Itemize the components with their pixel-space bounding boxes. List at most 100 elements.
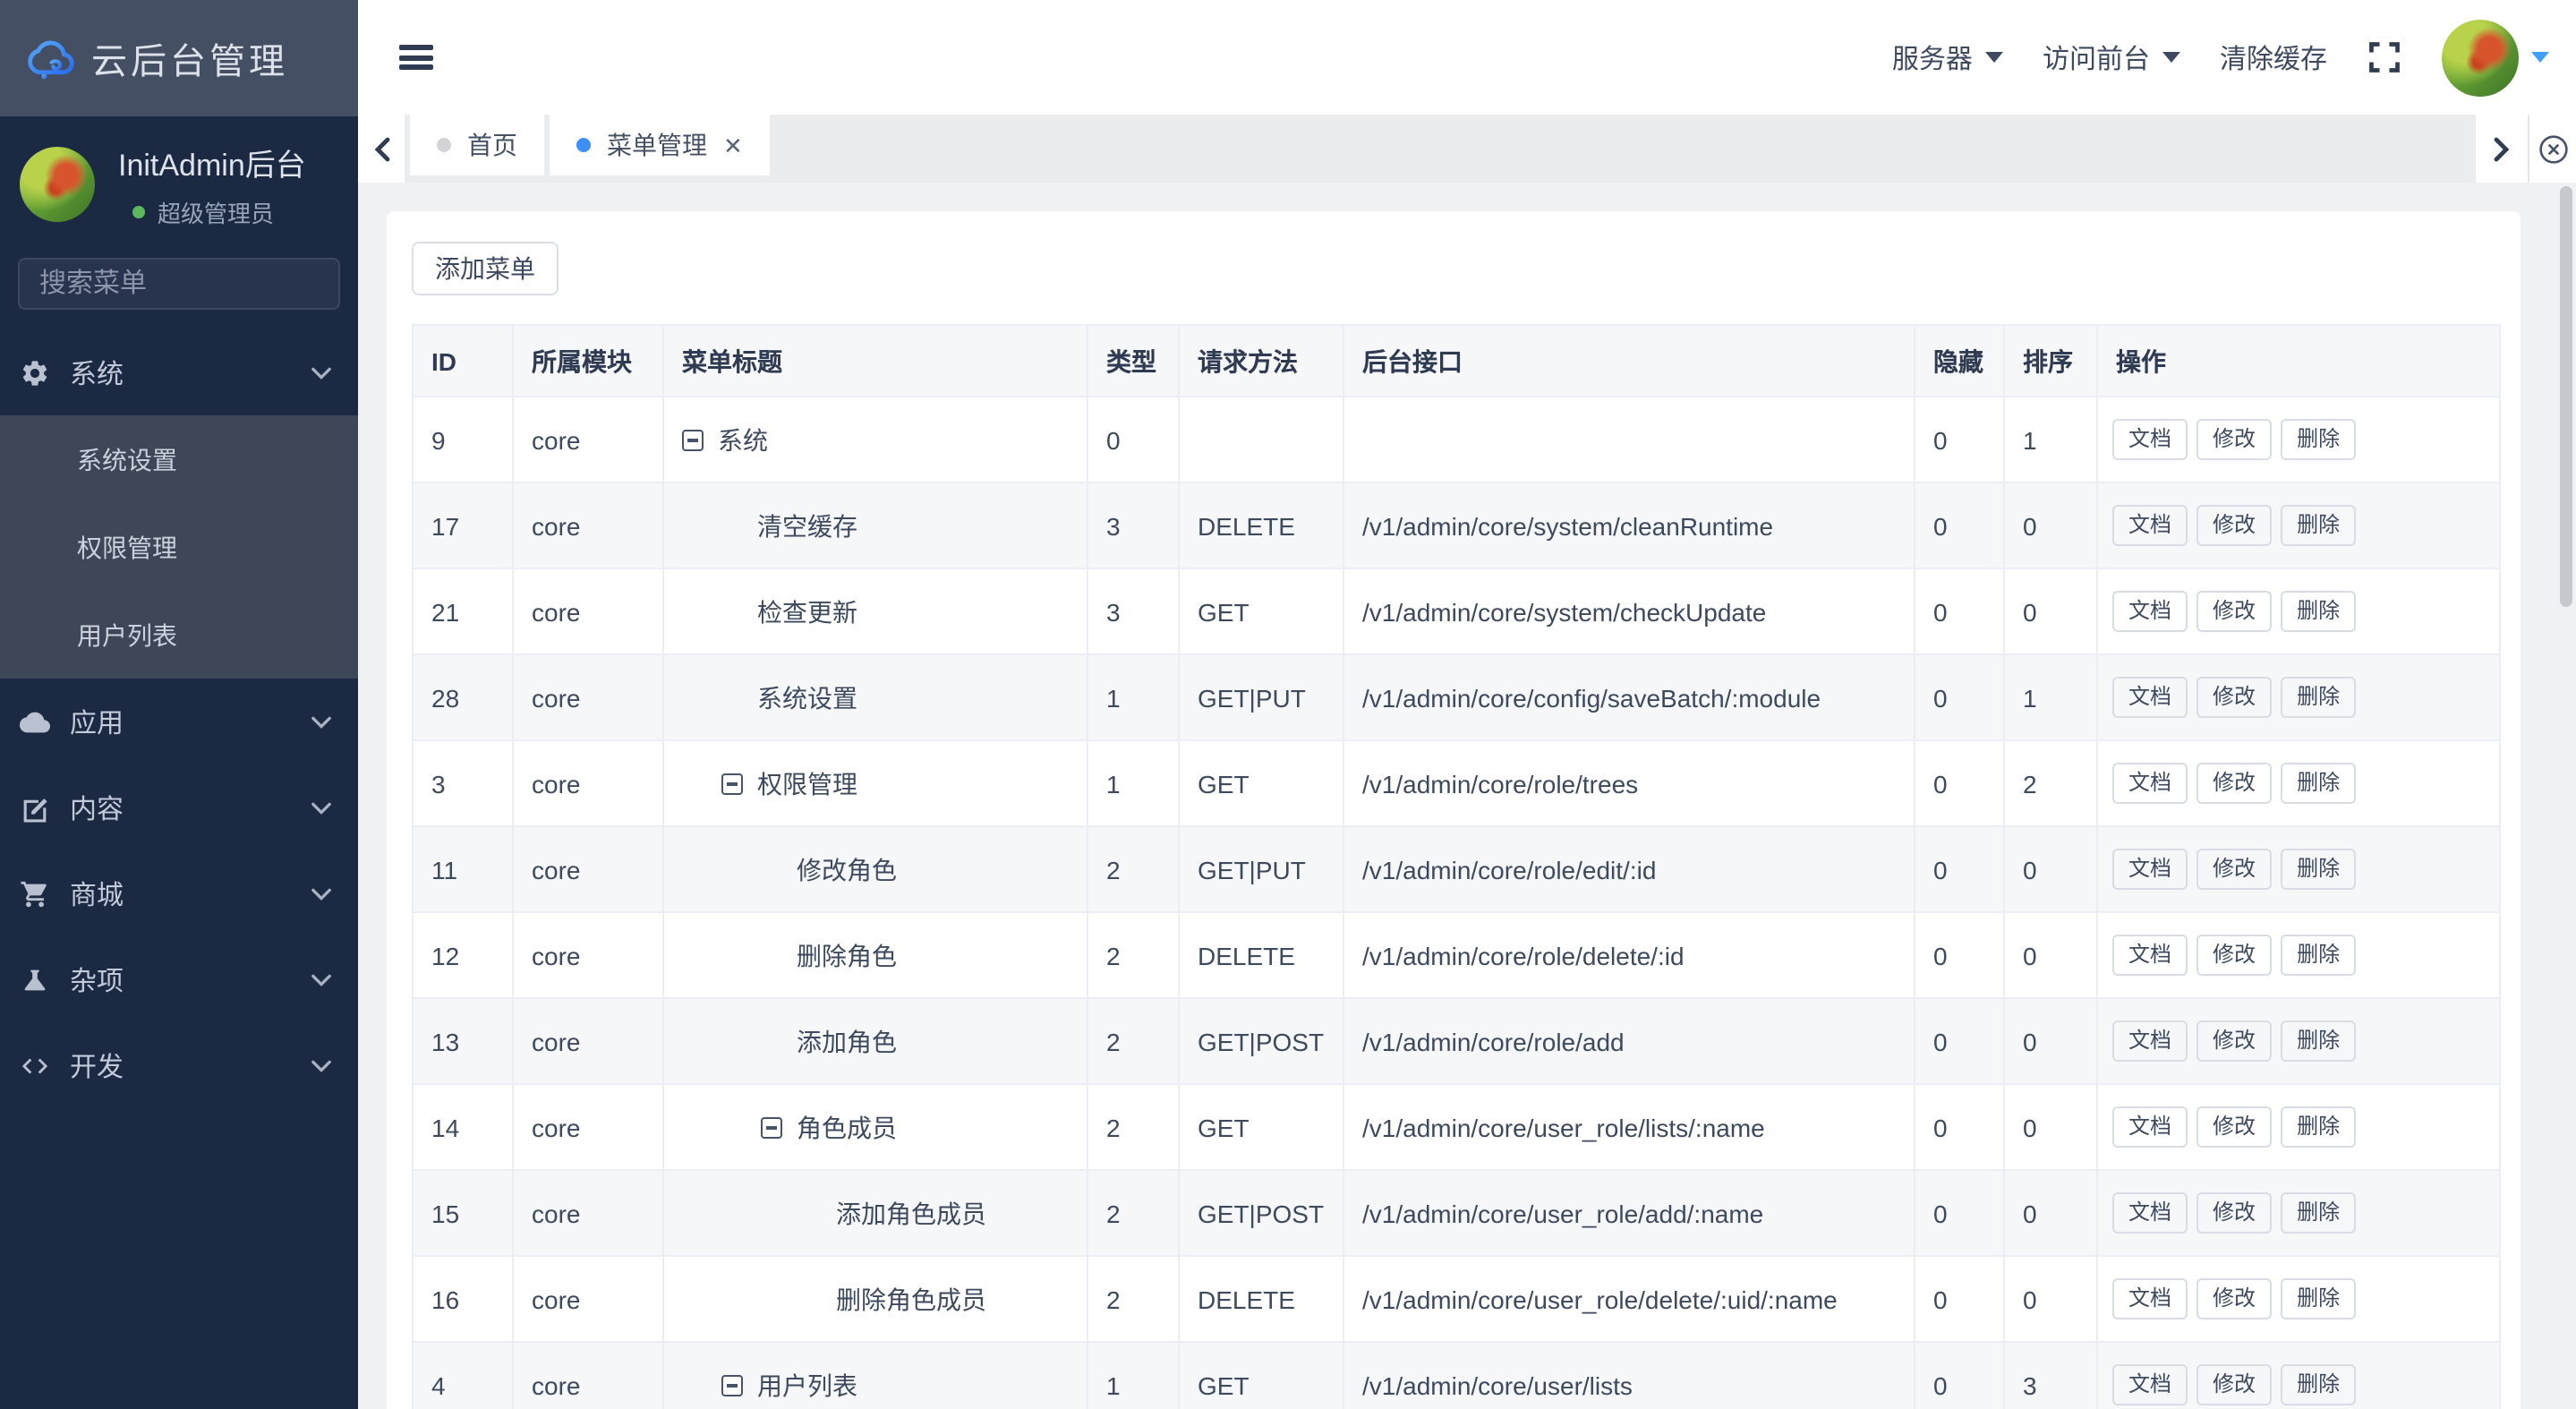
delete-button[interactable]: 删除: [2281, 849, 2356, 890]
cell-hidden: 0: [1915, 568, 2004, 654]
doc-button[interactable]: 文档: [2112, 935, 2188, 976]
tab-menu-manage[interactable]: 菜单管理✕: [550, 115, 770, 175]
edit-button[interactable]: 修改: [2196, 935, 2272, 976]
doc-button[interactable]: 文档: [2112, 849, 2188, 890]
cell-sort: 3: [2004, 1342, 2097, 1409]
delete-button[interactable]: 删除: [2281, 1364, 2356, 1405]
doc-button[interactable]: 文档: [2112, 591, 2188, 632]
cell-hidden: 0: [1915, 1342, 2004, 1409]
user-name: InitAdmin后台: [118, 140, 306, 184]
cell-method: [1179, 397, 1343, 482]
cell-actions: 文档修改删除: [2097, 826, 2500, 912]
cell-actions: 文档修改删除: [2097, 397, 2500, 482]
hamburger-menu-icon[interactable]: [399, 45, 433, 70]
delete-button[interactable]: 删除: [2281, 1278, 2356, 1319]
doc-button[interactable]: 文档: [2112, 1106, 2188, 1148]
cell-title: 用户列表: [663, 1342, 1088, 1409]
topbar-link-server[interactable]: 服务器: [1892, 38, 2003, 76]
edit-button[interactable]: 修改: [2196, 849, 2272, 890]
delete-button[interactable]: 删除: [2281, 1192, 2356, 1234]
cell-sort: 0: [2004, 482, 2097, 568]
sidebar-item-label: 开发: [70, 1046, 311, 1084]
tab-close-icon[interactable]: ✕: [723, 133, 743, 157]
edit-button[interactable]: 修改: [2196, 505, 2272, 546]
delete-button[interactable]: 删除: [2281, 1106, 2356, 1148]
doc-button[interactable]: 文档: [2112, 505, 2188, 546]
topbar-link-visit-front[interactable]: 访问前台: [2043, 38, 2180, 76]
sidebar-item-dev[interactable]: 开发: [0, 1022, 358, 1108]
cell-hidden: 0: [1915, 397, 2004, 482]
table-row: 13core添加角色2GET|POST/v1/admin/core/role/a…: [413, 998, 2500, 1084]
doc-button[interactable]: 文档: [2112, 1020, 2188, 1062]
sidebar-subitem-permissions[interactable]: 权限管理: [0, 503, 358, 591]
cell-module: core: [513, 1170, 663, 1256]
tab-home[interactable]: 首页: [410, 115, 544, 175]
delete-button[interactable]: 删除: [2281, 419, 2356, 460]
chevron-down-icon: [311, 712, 331, 731]
submenu-system: 系统设置权限管理用户列表: [0, 415, 358, 679]
cell-method: DELETE: [1179, 912, 1343, 998]
column-header: 后台接口: [1343, 325, 1915, 397]
delete-button[interactable]: 删除: [2281, 591, 2356, 632]
cell-sort: 0: [2004, 826, 2097, 912]
table-row: 21core检查更新3GET/v1/admin/core/system/chec…: [413, 568, 2500, 654]
edit-button[interactable]: 修改: [2196, 763, 2272, 804]
cell-hidden: 0: [1915, 1170, 2004, 1256]
delete-button[interactable]: 删除: [2281, 677, 2356, 718]
menu-title-text: 权限管理: [757, 765, 857, 801]
collapse-toggle-icon[interactable]: [721, 773, 743, 794]
cell-sort: 0: [2004, 912, 2097, 998]
edit-button[interactable]: 修改: [2196, 1278, 2272, 1319]
edit-button[interactable]: 修改: [2196, 591, 2272, 632]
close-all-tabs-button[interactable]: [2529, 115, 2576, 183]
column-header: 菜单标题: [663, 325, 1088, 397]
sidebar-subitem-system-settings[interactable]: 系统设置: [0, 415, 358, 503]
sidebar-subitem-user-list[interactable]: 用户列表: [0, 591, 358, 679]
doc-button[interactable]: 文档: [2112, 1364, 2188, 1405]
cell-hidden: 0: [1915, 826, 2004, 912]
header-user-avatar[interactable]: [2442, 19, 2519, 96]
edit-button[interactable]: 修改: [2196, 1364, 2272, 1405]
edit-icon: [20, 792, 50, 823]
delete-button[interactable]: 删除: [2281, 763, 2356, 804]
sidebar-item-misc[interactable]: 杂项: [0, 936, 358, 1022]
edit-button[interactable]: 修改: [2196, 419, 2272, 460]
chevron-down-icon: [311, 798, 331, 817]
tabs-scroll-right-button[interactable]: [2476, 115, 2528, 183]
delete-button[interactable]: 删除: [2281, 505, 2356, 546]
doc-button[interactable]: 文档: [2112, 419, 2188, 460]
doc-button[interactable]: 文档: [2112, 763, 2188, 804]
edit-button[interactable]: 修改: [2196, 1192, 2272, 1234]
fullscreen-icon[interactable]: [2367, 39, 2402, 75]
code-icon: [20, 1050, 50, 1080]
doc-button[interactable]: 文档: [2112, 1278, 2188, 1319]
edit-button[interactable]: 修改: [2196, 677, 2272, 718]
tabs-scroll-left-button[interactable]: [358, 115, 405, 183]
cell-id: 15: [413, 1170, 513, 1256]
collapse-toggle-icon[interactable]: [761, 1116, 782, 1138]
sidebar-item-content[interactable]: 内容: [0, 764, 358, 850]
collapse-toggle-icon[interactable]: [682, 429, 704, 450]
doc-button[interactable]: 文档: [2112, 1192, 2188, 1234]
doc-button[interactable]: 文档: [2112, 677, 2188, 718]
delete-button[interactable]: 删除: [2281, 1020, 2356, 1062]
edit-button[interactable]: 修改: [2196, 1106, 2272, 1148]
cell-hidden: 0: [1915, 998, 2004, 1084]
cell-module: core: [513, 740, 663, 826]
delete-button[interactable]: 删除: [2281, 935, 2356, 976]
add-menu-button[interactable]: 添加菜单: [412, 242, 559, 295]
cell-title: 角色成员: [663, 1084, 1088, 1170]
edit-button[interactable]: 修改: [2196, 1020, 2272, 1062]
cell-method: DELETE: [1179, 482, 1343, 568]
topbar-link-clear-cache[interactable]: 清除缓存: [2220, 38, 2327, 76]
cell-sort: 1: [2004, 654, 2097, 740]
topbar: 服务器 访问前台 清除缓存: [358, 0, 2576, 115]
sidebar-item-mall[interactable]: 商城: [0, 850, 358, 936]
menu-search-input[interactable]: [36, 267, 322, 301]
sidebar-item-apps[interactable]: 应用: [0, 679, 358, 764]
collapse-toggle-icon[interactable]: [721, 1374, 743, 1396]
sidebar-item-label: 内容: [70, 789, 311, 826]
cell-method: GET|POST: [1179, 1170, 1343, 1256]
vertical-scrollbar-thumb[interactable]: [2560, 186, 2572, 607]
sidebar-item-system[interactable]: 系统: [0, 329, 358, 415]
